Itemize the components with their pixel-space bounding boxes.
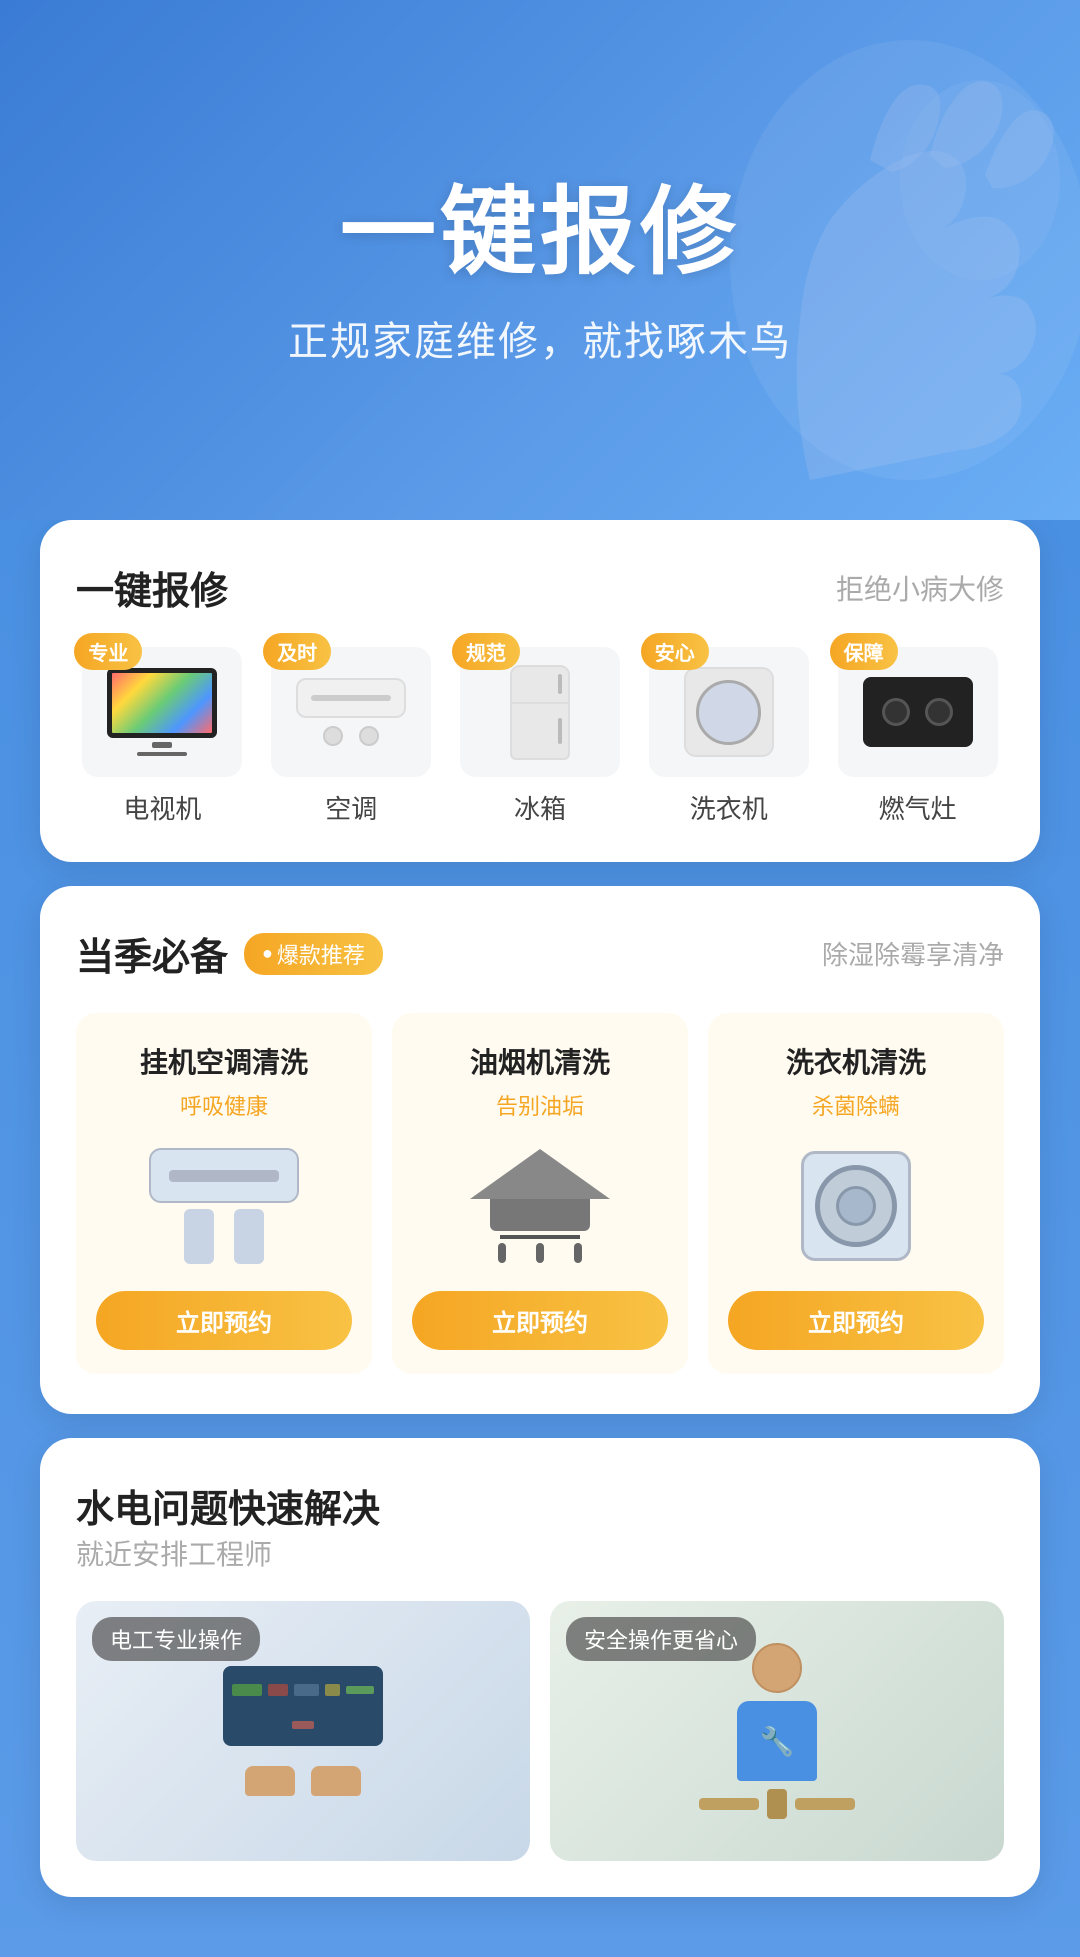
tv-label: 电视机 <box>123 789 201 826</box>
electrical-label: 电工专业操作 <box>92 1617 260 1661</box>
plumbing-images: 电工专业操作 🔧 <box>76 1601 1004 1861</box>
ac-cleaning-book-button[interactable]: 立即预约 <box>96 1291 352 1350</box>
ac-label: 空调 <box>325 789 377 826</box>
ac-icon <box>291 667 411 757</box>
appliance-tv[interactable]: 专业 电视机 <box>76 647 249 826</box>
fridge-icon <box>480 667 600 757</box>
plumbing-subtitle: 就近安排工程师 <box>76 1533 1004 1573</box>
ac-cleaning-tag: 呼吸健康 <box>180 1089 268 1121</box>
washer-icon <box>669 667 789 757</box>
seasonal-header: 当季必备 ● 爆款推荐 除湿除霉享清净 <box>76 926 1004 981</box>
appliance-fridge[interactable]: 规范 冰箱 <box>454 647 627 826</box>
repair-card-title: 一键报修 <box>76 560 228 615</box>
seasonal-title: 当季必备 <box>76 926 228 981</box>
fridge-image-wrap: 规范 <box>460 647 620 777</box>
repair-card: 一键报修 拒绝小病大修 专业 电视机 <box>40 520 1040 862</box>
seasonal-subtitle: 除湿除霉享清净 <box>822 935 1004 972</box>
ac-cleaning-title: 挂机空调清洗 <box>140 1041 308 1081</box>
washer-cleaning-book-button[interactable]: 立即预约 <box>728 1291 984 1350</box>
washer-label: 洗衣机 <box>690 789 768 826</box>
ac-badge: 及时 <box>263 633 331 670</box>
washer-cleaning-title: 洗衣机清洗 <box>786 1041 926 1081</box>
stove-icon <box>858 667 978 757</box>
stove-image-wrap: 保障 <box>838 647 998 777</box>
repair-card-header: 一键报修 拒绝小病大修 <box>76 560 1004 615</box>
tv-badge: 专业 <box>74 633 142 670</box>
fridge-label: 冰箱 <box>514 789 566 826</box>
tv-image-wrap: 专业 <box>82 647 242 777</box>
repair-card-subtitle: 拒绝小病大修 <box>836 568 1004 608</box>
hero-section: 一键报修 正规家庭维修，就找啄木鸟 <box>0 0 1080 520</box>
plumbing-card: 水电问题快速解决 就近安排工程师 <box>40 1438 1040 1897</box>
hot-badge-text: 爆款推荐 <box>277 938 365 970</box>
ac-cleaning-card[interactable]: 挂机空调清洗 呼吸健康 立即预约 <box>76 1013 372 1374</box>
seasonal-card: 当季必备 ● 爆款推荐 除湿除霉享清净 挂机空调清洗 呼吸健康 <box>40 886 1040 1414</box>
seasonal-title-row: 当季必备 ● 爆款推荐 <box>76 926 383 981</box>
hood-cleaning-tag: 告别油垢 <box>496 1089 584 1121</box>
ac-cleaning-image <box>96 1141 352 1271</box>
appliance-stove[interactable]: 保障 燃气灶 <box>831 647 1004 826</box>
service-cards: 挂机空调清洗 呼吸健康 立即预约 <box>76 1013 1004 1374</box>
hood-cleaning-book-button[interactable]: 立即预约 <box>412 1291 668 1350</box>
safety-label: 安全操作更省心 <box>566 1617 756 1661</box>
hood-cleaning-title: 油烟机清洗 <box>470 1041 610 1081</box>
electrical-image[interactable]: 电工专业操作 <box>76 1601 530 1861</box>
plumbing-image[interactable]: 🔧 安全操作更省心 <box>550 1601 1004 1861</box>
tv-icon <box>102 667 222 757</box>
appliance-row: 专业 电视机 及时 <box>76 647 1004 826</box>
washer-badge: 安心 <box>641 633 709 670</box>
appliance-ac[interactable]: 及时 空调 <box>265 647 438 826</box>
washer-cleaning-card[interactable]: 洗衣机清洗 杀菌除螨 立即预约 <box>708 1013 1004 1374</box>
appliance-washer[interactable]: 安心 洗衣机 <box>642 647 815 826</box>
stove-label: 燃气灶 <box>879 789 957 826</box>
washer-cleaning-tag: 杀菌除螨 <box>812 1089 900 1121</box>
hood-cleaning-card[interactable]: 油烟机清洗 告别油垢 立即预约 <box>392 1013 688 1374</box>
hood-cleaning-image <box>412 1141 668 1271</box>
ac-image-wrap: 及时 <box>271 647 431 777</box>
washer-cleaning-image <box>728 1141 984 1271</box>
fridge-badge: 规范 <box>452 633 520 670</box>
hero-title: 一键报修 <box>340 154 740 293</box>
hero-subtitle: 正规家庭维修，就找啄木鸟 <box>288 309 792 367</box>
plumbing-title: 水电问题快速解决 <box>76 1478 1004 1533</box>
washer-image-wrap: 安心 <box>649 647 809 777</box>
plumbing-header: 水电问题快速解决 就近安排工程师 <box>76 1478 1004 1573</box>
stove-badge: 保障 <box>830 633 898 670</box>
hot-badge: ● 爆款推荐 <box>244 933 383 975</box>
